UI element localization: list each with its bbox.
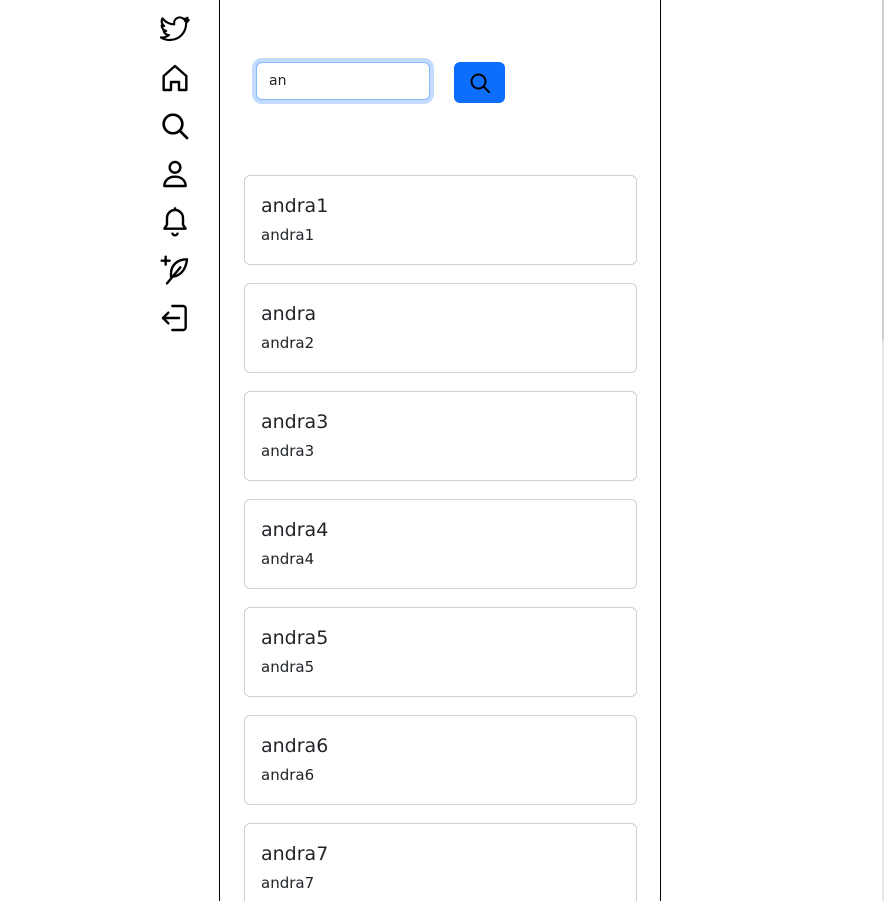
- result-handle: andra1: [261, 226, 315, 244]
- result-name: andra1: [261, 195, 329, 217]
- search-results: andra1 andra1 andra andra2 andra3 andra3…: [244, 175, 637, 901]
- page: andra1 andra1 andra andra2 andra3 andra3…: [0, 0, 884, 901]
- result-card[interactable]: andra7 andra7: [244, 823, 637, 901]
- result-card[interactable]: andra1 andra1: [244, 175, 637, 265]
- result-handle: andra2: [261, 334, 315, 352]
- home-icon[interactable]: [158, 61, 192, 95]
- result-handle: andra4: [261, 550, 315, 568]
- result-name: andra4: [261, 519, 329, 541]
- search-button[interactable]: [454, 62, 505, 103]
- result-name: andra3: [261, 411, 329, 433]
- result-name: andra6: [261, 735, 329, 757]
- search-icon: [468, 71, 492, 95]
- search-nav-icon[interactable]: [158, 109, 192, 143]
- result-name: andra7: [261, 843, 329, 865]
- main-column: andra1 andra1 andra andra2 andra3 andra3…: [219, 0, 661, 901]
- result-card[interactable]: andra3 andra3: [244, 391, 637, 481]
- new-tweet-icon[interactable]: [158, 253, 192, 287]
- result-card[interactable]: andra4 andra4: [244, 499, 637, 589]
- result-card[interactable]: andra6 andra6: [244, 715, 637, 805]
- result-card[interactable]: andra andra2: [244, 283, 637, 373]
- result-name: andra: [261, 303, 317, 325]
- result-handle: andra5: [261, 658, 315, 676]
- result-handle: andra6: [261, 766, 315, 784]
- twitter-icon[interactable]: [158, 13, 192, 47]
- result-handle: andra7: [261, 874, 315, 892]
- bell-icon[interactable]: [158, 205, 192, 239]
- search-input[interactable]: [256, 62, 430, 100]
- profile-icon[interactable]: [158, 157, 192, 191]
- result-name: andra5: [261, 627, 329, 649]
- result-handle: andra3: [261, 442, 315, 460]
- logout-icon[interactable]: [158, 301, 192, 335]
- result-card[interactable]: andra5 andra5: [244, 607, 637, 697]
